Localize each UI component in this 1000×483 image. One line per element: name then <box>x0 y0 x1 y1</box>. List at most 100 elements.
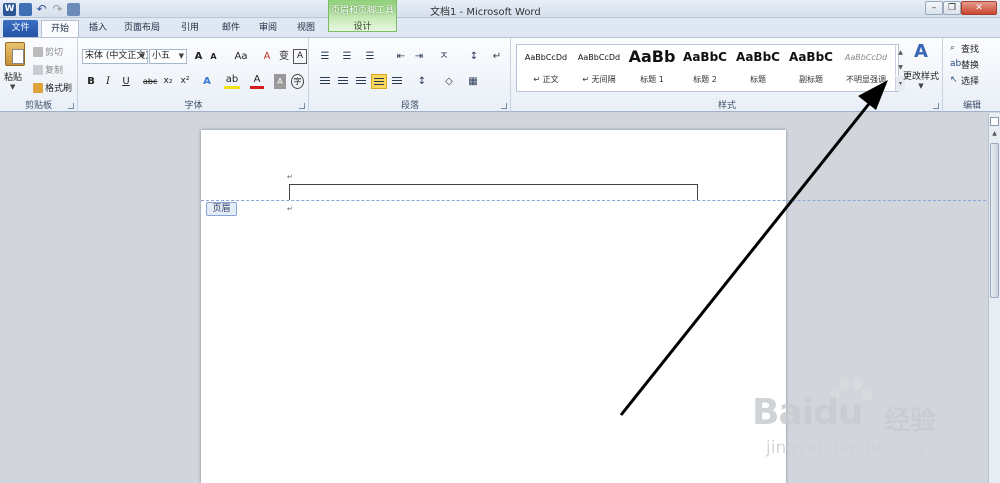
italic-button[interactable]: I <box>102 74 114 89</box>
close-button[interactable]: ✕ <box>961 1 997 15</box>
style-subtitle[interactable]: AaBbC 副标题 <box>784 45 838 91</box>
minimize-button[interactable]: – <box>925 1 943 15</box>
sort-button[interactable]: ↕ <box>466 49 482 64</box>
paragraph-mark: ↵ <box>287 173 293 181</box>
style-preview: AaBbCcDd <box>844 53 888 62</box>
word-app-icon[interactable]: W <box>3 2 16 16</box>
dialog-launcher-icon[interactable] <box>501 103 507 109</box>
chevron-down-icon: ▼ <box>918 82 924 90</box>
superscript-button[interactable]: x² <box>178 74 192 89</box>
text-effects-button[interactable]: A <box>200 74 214 89</box>
cut-button[interactable]: 剪切 <box>33 45 63 58</box>
justify-icon <box>374 78 384 86</box>
styles-gallery: AaBbCcDd ↵ 正文 AaBbCcDd ↵ 无间隔 AaBb 标题 1 AaBb… <box>516 44 905 92</box>
justify-button[interactable] <box>371 74 387 89</box>
change-styles-button[interactable]: A 更改样式 ▼ <box>901 41 941 97</box>
clear-format-button[interactable]: A <box>260 49 274 64</box>
borders-button[interactable]: ▦ <box>465 74 481 89</box>
format-painter-label: 格式刷 <box>45 84 73 94</box>
save-icon[interactable] <box>19 2 32 16</box>
scrollbar-thumb[interactable] <box>990 143 999 298</box>
paragraph-group: ☰ ☰ ☰ ⇤ ⇥ ㅈ ↕ ↵ ↕ ◇ ▦ 段落 <box>310 38 511 112</box>
enclose-characters-button[interactable]: 字 <box>291 74 304 89</box>
shrink-font-button[interactable]: A <box>207 49 220 64</box>
underline-button[interactable]: U <box>119 74 133 89</box>
change-case-button[interactable]: Aa <box>230 49 252 64</box>
group-label: 字体 <box>184 101 203 111</box>
highlight-button[interactable]: ab <box>224 74 240 89</box>
bullets-button[interactable]: ☰ <box>317 49 333 64</box>
paragraph-mark: ↵ <box>287 205 293 213</box>
tab-view[interactable]: 视图 <box>290 20 322 37</box>
document-page[interactable]: ↵ 页眉 ↵ <box>201 130 986 483</box>
paste-icon[interactable] <box>5 42 25 66</box>
chevron-down-icon[interactable]: ▼ <box>10 83 15 91</box>
character-border-button[interactable]: A <box>293 49 307 64</box>
find-button[interactable]: ⌕ 查找 <box>950 42 979 56</box>
scroll-up-icon[interactable]: ▲ <box>990 130 999 140</box>
tab-file[interactable]: 文件 <box>3 20 38 37</box>
align-right-button[interactable] <box>353 74 369 89</box>
strikethrough-button[interactable]: abc <box>143 74 157 89</box>
ribbon: 粘贴 ▼ 剪切 复制 格式刷 剪贴板 宋体 (中文正文) ▼ 小五 ▼ A A Aa… <box>0 37 1000 112</box>
style-preview: AaBbCcDd <box>577 53 621 62</box>
font-color-button[interactable]: A <box>250 74 264 89</box>
align-left-button[interactable] <box>317 74 333 89</box>
tab-home[interactable]: 开始 <box>41 20 79 37</box>
tab-mailings[interactable]: 邮件 <box>214 20 248 37</box>
tab-page-layout[interactable]: 页面布局 <box>116 20 168 37</box>
numbering-button[interactable]: ☰ <box>339 49 355 64</box>
style-preview: AaBbC <box>789 50 833 64</box>
tab-insert[interactable]: 插入 <box>82 20 114 37</box>
font-size-combo[interactable]: 小五 ▼ <box>149 49 187 64</box>
style-subtle-emphasis[interactable]: AaBbCcDd 不明显强调 <box>837 45 895 91</box>
increase-indent-button[interactable]: ⇥ <box>411 49 427 64</box>
customize-toolbar-icon[interactable] <box>67 2 80 16</box>
font-name-combo[interactable]: 宋体 (中文正文) ▼ <box>82 49 148 64</box>
distributed-button[interactable] <box>389 74 405 89</box>
redo-icon[interactable]: ↷ <box>51 3 64 16</box>
select-button[interactable]: ↖ 选择 <box>950 74 979 88</box>
decrease-indent-button[interactable]: ⇤ <box>393 49 409 64</box>
style-name: 不明显强调 <box>846 75 886 84</box>
subscript-button[interactable]: x₂ <box>161 74 175 89</box>
group-label: 剪贴板 <box>24 101 52 111</box>
bold-button[interactable]: B <box>85 74 97 89</box>
paste-button[interactable]: 粘贴 <box>4 70 22 83</box>
format-painter-button[interactable]: 格式刷 <box>33 81 72 94</box>
header-footer-tools-tab[interactable]: 页眉和页脚工具 设计 <box>328 0 397 32</box>
change-styles-label: 更改样式 <box>902 72 939 82</box>
multilevel-list-button[interactable]: ☰ <box>362 49 378 64</box>
copy-button[interactable]: 复制 <box>33 63 63 76</box>
ruler-toggle-icon[interactable] <box>990 117 999 126</box>
style-normal[interactable]: AaBbCcDd ↵ 正文 <box>519 45 573 91</box>
style-title[interactable]: AaBbC 标题 <box>731 45 785 91</box>
align-right-icon <box>356 77 366 85</box>
vertical-scrollbar[interactable]: ▲ <box>988 113 1000 483</box>
character-shading-button[interactable]: A <box>274 74 286 89</box>
dialog-launcher-icon[interactable] <box>299 103 305 109</box>
align-center-button[interactable] <box>335 74 351 89</box>
show-marks-button[interactable]: ↵ <box>489 49 505 64</box>
style-name: 标题 2 <box>693 75 717 84</box>
shading-button[interactable]: ◇ <box>441 74 457 89</box>
undo-icon[interactable]: ↶ <box>35 3 48 16</box>
quick-access-toolbar: W ↶ ↷ <box>3 2 80 16</box>
grow-font-button[interactable]: A <box>192 49 205 64</box>
line-spacing-button[interactable]: ↕ <box>414 74 430 89</box>
style-heading-1[interactable]: AaBb 标题 1 <box>625 45 679 91</box>
asian-layout-button[interactable]: ㅈ <box>436 49 452 64</box>
style-heading-2[interactable]: AaBbC 标题 2 <box>678 45 732 91</box>
dialog-launcher-icon[interactable] <box>68 103 74 109</box>
tab-review[interactable]: 审阅 <box>252 20 284 37</box>
style-no-spacing[interactable]: AaBbCcDd ↵ 无间隔 <box>572 45 626 91</box>
header-content-box[interactable] <box>289 184 698 200</box>
tab-design[interactable]: 设计 <box>329 19 396 32</box>
replace-button[interactable]: ab 替换 <box>950 58 979 72</box>
tab-references[interactable]: 引用 <box>173 20 207 37</box>
phonetic-guide-button[interactable]: 变 <box>277 49 291 64</box>
group-label: 编辑 <box>962 101 981 111</box>
restore-button[interactable]: ❐ <box>943 1 961 15</box>
dialog-launcher-icon[interactable] <box>933 103 939 109</box>
style-name: ↵ 正文 <box>533 75 559 84</box>
